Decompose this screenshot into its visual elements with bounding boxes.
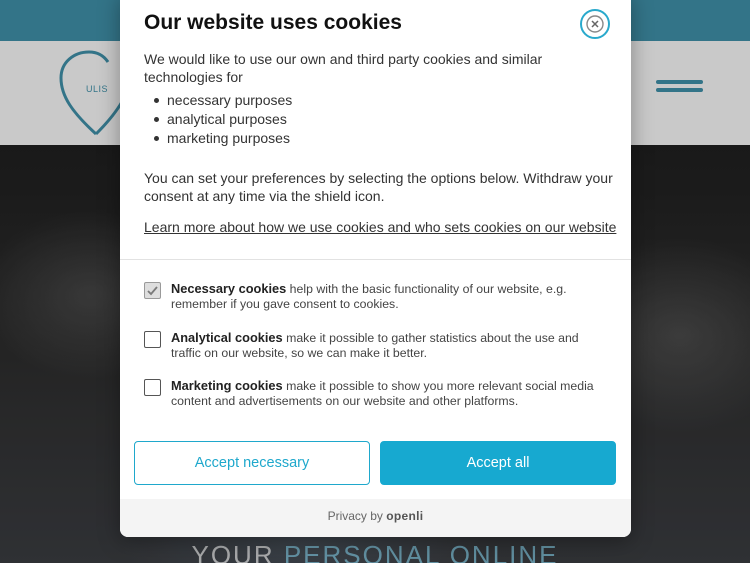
option-name: Analytical cookies: [171, 330, 283, 345]
checkmark-icon: [147, 286, 158, 296]
necessary-checkbox[interactable]: [144, 282, 161, 299]
dialog-title: Our website uses cookies: [144, 11, 402, 34]
purpose-item: analytical purposes: [154, 110, 467, 129]
cookie-consent-dialog: Our website uses cookies We would like t…: [120, 0, 631, 537]
option-label: Marketing cookies make it possible to sh…: [171, 378, 611, 409]
option-label: Necessary cookies help with the basic fu…: [171, 281, 611, 312]
privacy-by-text: Privacy by openli: [120, 509, 631, 523]
divider: [120, 259, 631, 260]
accept-necessary-button[interactable]: Accept necessary: [134, 441, 370, 485]
option-name: Necessary cookies: [171, 281, 287, 296]
purpose-list: necessary purposes analytical purposes m…: [154, 91, 467, 148]
option-label: Analytical cookies make it possible to g…: [171, 330, 611, 361]
purpose-item: marketing purposes: [154, 129, 467, 148]
option-name: Marketing cookies: [171, 378, 283, 393]
close-button[interactable]: [580, 9, 610, 39]
purpose-item: necessary purposes: [154, 91, 467, 110]
accept-all-button[interactable]: Accept all: [380, 441, 616, 485]
close-icon: [586, 15, 604, 33]
learn-more-link[interactable]: Learn more about how we use cookies and …: [144, 219, 616, 235]
intro-text: We would like to use our own and third p…: [144, 51, 543, 85]
footer-prefix: Privacy by: [327, 509, 387, 523]
preferences-text: You can set your preferences by selectin…: [144, 170, 613, 204]
analytical-checkbox[interactable]: [144, 331, 161, 348]
dialog-footer: Privacy by openli: [120, 499, 631, 537]
marketing-checkbox[interactable]: [144, 379, 161, 396]
openli-brand-link[interactable]: openli: [386, 509, 423, 523]
